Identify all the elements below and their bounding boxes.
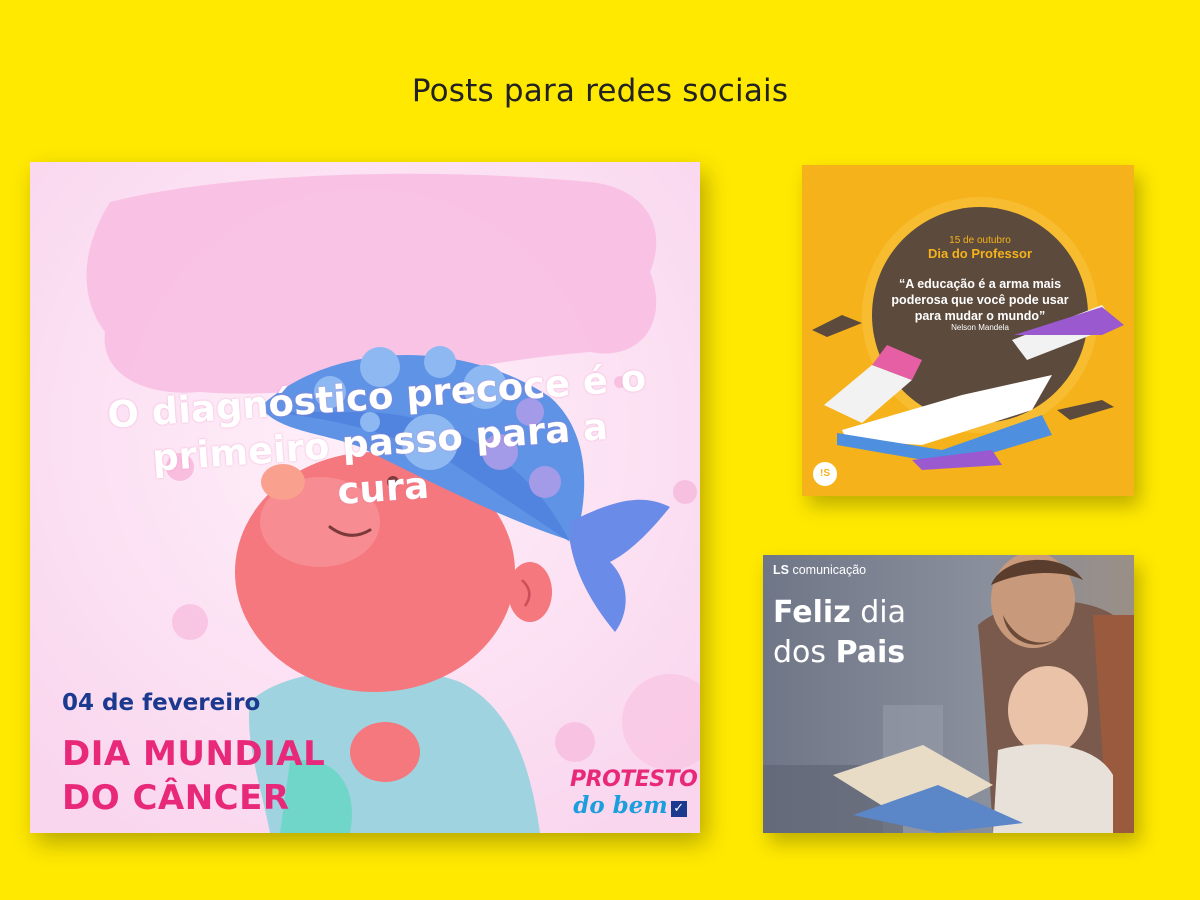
fathers-day-headline: Feliz dia dos Pais	[773, 593, 993, 673]
logo-line1: PROTESTO	[570, 767, 698, 792]
protesto-do-bem-logo: PROTESTO do bem ✓	[570, 767, 698, 819]
brand-rest: comunicação	[788, 563, 867, 577]
event-title-line2: DO CÂNCER	[62, 778, 290, 818]
brand-logo: !S	[813, 462, 837, 486]
fathers-day-brand: LS comunicação	[773, 563, 866, 577]
post-teacher-day[interactable]: 15 de outubro Dia do Professor “A educaç…	[802, 165, 1134, 496]
cancer-day-event-title: DIA MUNDIAL DO CÂNCER	[62, 732, 382, 820]
teacher-day-title: Dia do Professor	[927, 246, 1033, 261]
headline-bold1: Feliz	[773, 595, 851, 630]
logo-line2: do bem	[573, 792, 668, 819]
teacher-day-quote: “A educação é a arma mais poderosa que v…	[891, 277, 1069, 323]
teacher-day-date: 15 de outubro	[949, 235, 1011, 246]
teacher-day-author: Nelson Mandela	[951, 323, 1009, 332]
event-title-line1: DIA MUNDIAL	[62, 734, 326, 774]
cancer-day-date: 04 de fevereiro	[62, 690, 261, 716]
brand-bold: LS	[773, 563, 789, 577]
headline-rest1: dia	[850, 595, 906, 630]
checkbox-icon: ✓	[670, 800, 687, 817]
page-title: Posts para redes sociais	[411, 72, 789, 109]
headline-rest2: dos	[773, 635, 836, 670]
post-cancer-day[interactable]: O diagnóstico precoce é o primeiro passo…	[30, 162, 700, 833]
post-fathers-day[interactable]: LS comunicação Feliz dia dos Pais	[763, 555, 1134, 833]
headline-bold2: Pais	[835, 635, 906, 670]
